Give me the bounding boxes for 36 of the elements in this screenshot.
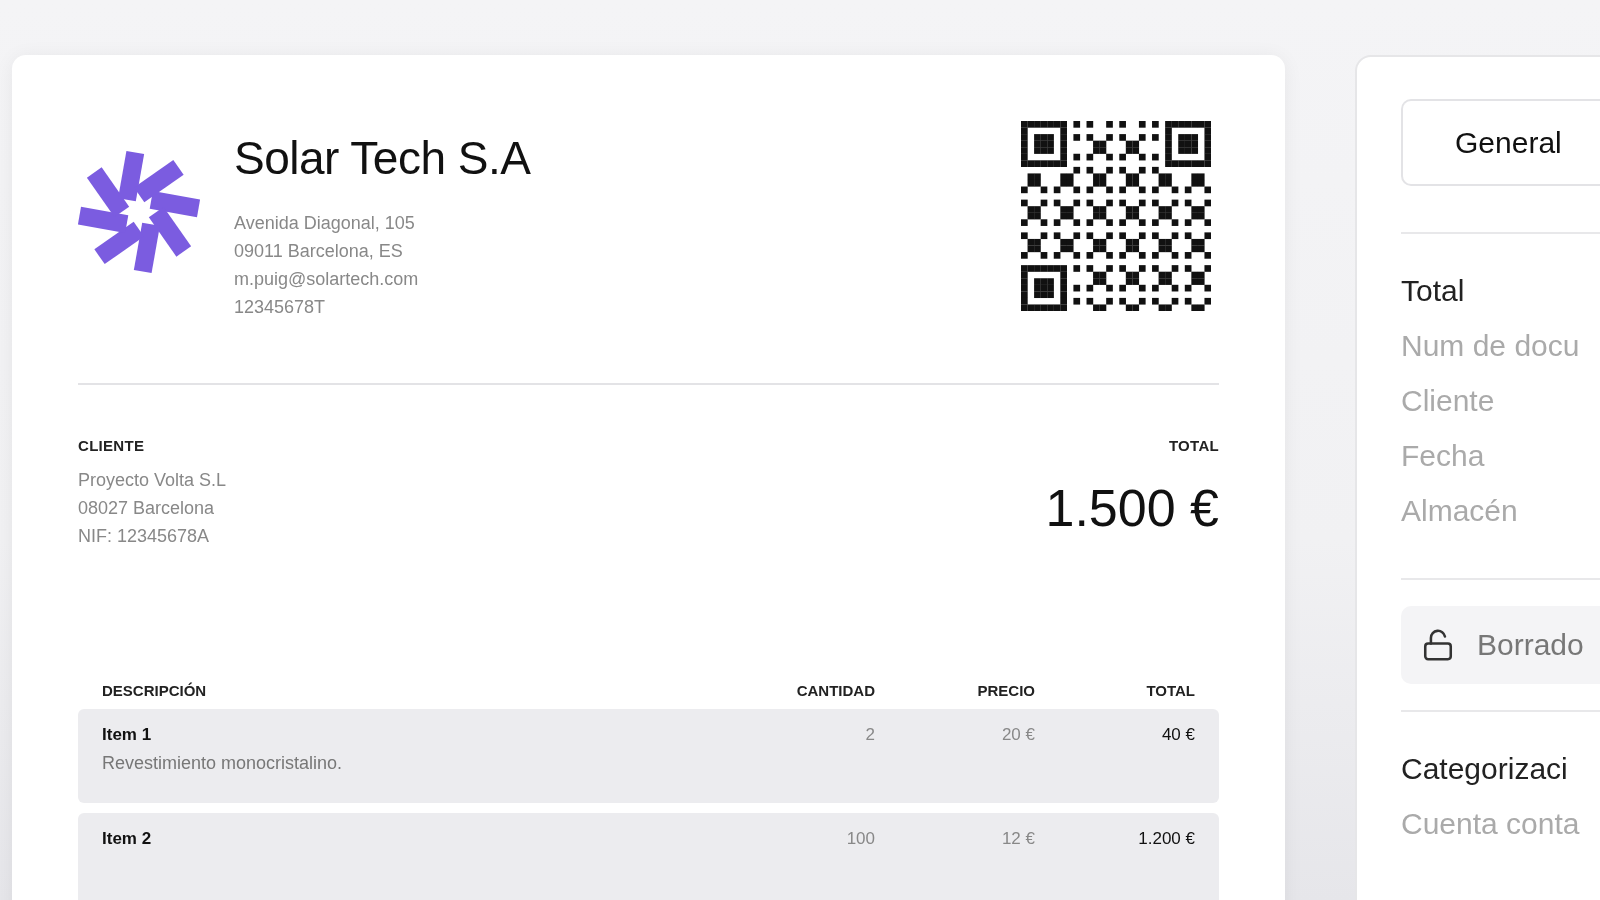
qr-code-icon (1021, 121, 1211, 311)
status-text: Borrado (1477, 628, 1584, 662)
client-detail: 08027 Barcelona (78, 497, 215, 520)
logo-icon (78, 149, 200, 275)
general-tab[interactable]: General (1401, 99, 1600, 186)
section-title: Total (1401, 274, 1466, 308)
item-description: Revestimiento monocristalino. (102, 753, 344, 774)
section-title: Categorizaci (1401, 752, 1569, 786)
company-detail: Avenida Diagonal, 105 (234, 212, 416, 235)
column-header: DESCRIPCIÓN (102, 682, 208, 699)
company-detail: 12345678T (234, 296, 327, 319)
client-detail: Proyecto Volta S.L (78, 469, 227, 492)
total-cell-text: 1.200 € (1137, 829, 1195, 850)
client-detail: NIF: 12345678A (78, 525, 210, 548)
item-name: Item 1 (102, 725, 153, 745)
total-amount: 1.500 € (1045, 478, 1219, 538)
column-header: TOTAL (1145, 682, 1195, 699)
company-detail: m.puig@solartech.com (234, 268, 420, 291)
item-name: Item 2 (102, 829, 153, 849)
client-label: CLIENTE (78, 437, 145, 454)
price-cell-text: 20 € (1000, 725, 1035, 746)
company-name: Solar Tech S.A (234, 131, 532, 185)
column-header: CANTIDAD (795, 682, 875, 699)
unlocked-lock-icon (1421, 628, 1455, 662)
price-cell-text: 12 € (1000, 829, 1035, 850)
field-label: Fecha (1401, 439, 1486, 473)
column-header: PRECIO (976, 682, 1035, 699)
company-detail: 09011 Barcelona, ES (234, 240, 404, 263)
field-label: Cuenta conta (1401, 807, 1581, 841)
total-cell-text: 40 € (1160, 725, 1195, 746)
quantity-cell-text: 2 (864, 725, 875, 746)
field-label: Cliente (1401, 384, 1496, 418)
quantity-cell-text: 100 (845, 829, 875, 850)
total-label: TOTAL (1168, 437, 1219, 454)
field-label: Num de docu (1401, 329, 1581, 363)
field-label: Almacén (1401, 494, 1519, 528)
